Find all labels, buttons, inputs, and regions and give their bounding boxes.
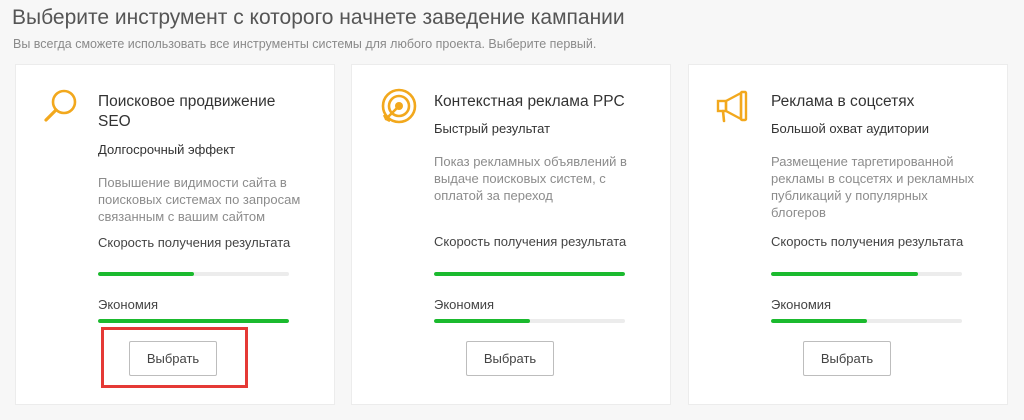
metric-label-economy: Экономия — [98, 297, 159, 312]
select-button-seo[interactable]: Выбрать — [129, 341, 217, 376]
card-tagline: Большой охват аудитории — [771, 121, 930, 136]
megaphone-icon — [716, 90, 748, 123]
card-title: Поисковое продвижение SEO — [98, 93, 276, 130]
page-subtitle: Вы всегда сможете использовать все инстр… — [13, 37, 597, 51]
tool-card-ppc: Контекстная реклама PPC Быстрый результа… — [351, 64, 671, 405]
card-tagline: Быстрый результат — [434, 121, 551, 136]
progress-bar-economy — [434, 319, 625, 323]
tool-card-seo: Поисковое продвижение SEO Долгосрочный э… — [15, 64, 335, 405]
card-description: Показ рекламных объявлений в выдаче поис… — [434, 154, 627, 203]
progress-bar-speed — [771, 272, 962, 276]
progress-bar-speed — [434, 272, 625, 276]
target-icon — [381, 88, 417, 124]
card-title: Реклама в соцсетях — [771, 93, 915, 110]
progress-bar-economy — [771, 319, 962, 323]
select-button-social[interactable]: Выбрать — [803, 341, 891, 376]
page-title: Выберите инструмент с которого начнете з… — [12, 6, 625, 29]
card-description: Размещение таргетированной рекламы в соц… — [771, 154, 975, 220]
metric-label-speed: Скорость получения результата — [771, 234, 964, 249]
metric-label-economy: Экономия — [771, 297, 832, 312]
progress-bar-speed — [98, 272, 289, 276]
progress-fill-economy — [98, 319, 289, 323]
tool-card-social: Реклама в соцсетях Большой охват аудитор… — [688, 64, 1008, 405]
metric-label-economy: Экономия — [434, 297, 495, 312]
progress-fill-economy — [434, 319, 530, 323]
card-title: Контекстная реклама PPC — [434, 93, 625, 110]
card-description: Повышение видимости сайта в поисковых си… — [98, 175, 301, 224]
select-button-ppc[interactable]: Выбрать — [466, 341, 554, 376]
metric-label-speed: Скорость получения результата — [434, 234, 627, 249]
magnifier-icon — [44, 89, 77, 122]
progress-fill-speed — [434, 272, 625, 276]
progress-bar-economy — [98, 319, 289, 323]
progress-fill-speed — [771, 272, 919, 276]
progress-fill-speed — [98, 272, 194, 276]
card-tagline: Долгосрочный эффект — [98, 142, 236, 157]
metric-label-speed: Скорость получения результата — [98, 235, 291, 250]
progress-fill-economy — [771, 319, 867, 323]
